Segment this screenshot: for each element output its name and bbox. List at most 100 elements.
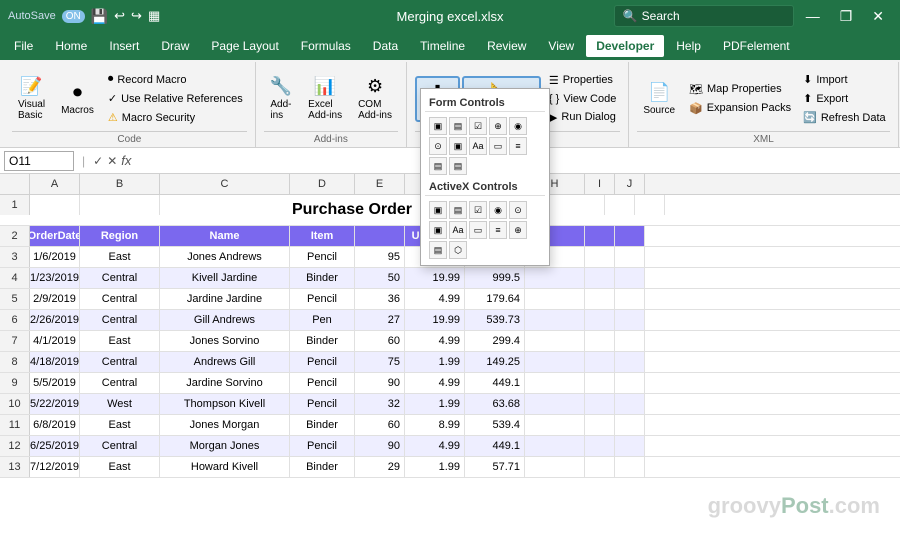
cell-12-unitcost[interactable]: 4.99 <box>405 436 465 456</box>
cell-12-I[interactable] <box>585 436 615 456</box>
ax-combo-icon[interactable]: ▤ <box>449 201 467 219</box>
ax-img-icon[interactable]: ▤ <box>429 241 447 259</box>
cell-3-region[interactable]: East <box>80 247 160 267</box>
cell-7-unitcost[interactable]: 4.99 <box>405 331 465 351</box>
refresh-data-button[interactable]: 🔄 Refresh Data <box>799 109 890 126</box>
cell-9-total[interactable]: 449.1 <box>465 373 525 393</box>
menu-data[interactable]: Data <box>363 35 408 57</box>
undo-icon[interactable]: ↩ <box>114 8 125 24</box>
cell-9-item[interactable]: Pencil <box>290 373 355 393</box>
col-header-D[interactable]: D <box>290 174 355 194</box>
fc-group-icon[interactable]: ▣ <box>449 137 467 155</box>
cell-3-name[interactable]: Jones Andrews <box>160 247 290 267</box>
cell-11-unitcost[interactable]: 8.99 <box>405 415 465 435</box>
cell-8-name[interactable]: Andrews Gill <box>160 352 290 372</box>
cell-8-I[interactable] <box>585 352 615 372</box>
cell-7-item[interactable]: Binder <box>290 331 355 351</box>
export-button[interactable]: ⬆ Export <box>799 90 890 107</box>
cell-12-name[interactable]: Morgan Jones <box>160 436 290 456</box>
cell-6-H[interactable] <box>525 310 585 330</box>
cell-9-date[interactable]: 5/5/2019 <box>30 373 80 393</box>
cell-1J[interactable] <box>635 195 665 215</box>
cell-6-name[interactable]: Gill Andrews <box>160 310 290 330</box>
cell-13-qty[interactable]: 29 <box>355 457 405 477</box>
cell-13-unitcost[interactable]: 1.99 <box>405 457 465 477</box>
record-macro-button[interactable]: ⏺ Record Macro <box>104 71 247 88</box>
col-header-B[interactable]: B <box>80 174 160 194</box>
macro-security-button[interactable]: ⚠ Macro Security <box>104 109 247 126</box>
cell-6-date[interactable]: 2/26/2019 <box>30 310 80 330</box>
cell-9-region[interactable]: Central <box>80 373 160 393</box>
cell-11-I[interactable] <box>585 415 615 435</box>
cell-6-qty[interactable]: 27 <box>355 310 405 330</box>
menu-formulas[interactable]: Formulas <box>291 35 361 57</box>
cell-10-H[interactable] <box>525 394 585 414</box>
view-code-button[interactable]: { } View Code <box>545 91 620 107</box>
cell-12-date[interactable]: 6/25/2019 <box>30 436 80 456</box>
cell-11-region[interactable]: East <box>80 415 160 435</box>
cell-6-unitcost[interactable]: 19.99 <box>405 310 465 330</box>
cell-8-item[interactable]: Pencil <box>290 352 355 372</box>
cell-10-unitcost[interactable]: 1.99 <box>405 394 465 414</box>
cell-5-total[interactable]: 179.64 <box>465 289 525 309</box>
cell-13-region[interactable]: East <box>80 457 160 477</box>
col-header-I[interactable]: I <box>585 174 615 194</box>
menu-pagelayout[interactable]: Page Layout <box>201 35 288 57</box>
cell-13-H[interactable] <box>525 457 585 477</box>
fc-img-icon[interactable]: ▤ <box>429 157 447 175</box>
ax-group-icon[interactable]: ▣ <box>429 221 447 239</box>
cell-3-I[interactable] <box>585 247 615 267</box>
cell-11-name[interactable]: Jones Morgan <box>160 415 290 435</box>
cell-4-I[interactable] <box>585 268 615 288</box>
cell-7-name[interactable]: Jones Sorvino <box>160 331 290 351</box>
cell-6-item[interactable]: Pen <box>290 310 355 330</box>
cell-12-H[interactable] <box>525 436 585 456</box>
cell-5-I[interactable] <box>585 289 615 309</box>
close-button[interactable]: ✕ <box>864 8 892 25</box>
cell-11-item[interactable]: Binder <box>290 415 355 435</box>
cell-7-date[interactable]: 4/1/2019 <box>30 331 80 351</box>
header-J[interactable] <box>615 226 645 246</box>
cell-8-qty[interactable]: 75 <box>355 352 405 372</box>
cell-11-date[interactable]: 6/8/2019 <box>30 415 80 435</box>
cell-7-I[interactable] <box>585 331 615 351</box>
add-ins-button[interactable]: 🔧 Add-ins <box>264 72 298 125</box>
menu-draw[interactable]: Draw <box>151 35 199 57</box>
cell-9-unitcost[interactable]: 4.99 <box>405 373 465 393</box>
fc-check-icon[interactable]: ☑ <box>469 117 487 135</box>
cell-8-J[interactable] <box>615 352 645 372</box>
save-icon[interactable]: 💾 <box>91 8 108 25</box>
col-header-A[interactable]: A <box>30 174 80 194</box>
cell-4-J[interactable] <box>615 268 645 288</box>
menu-insert[interactable]: Insert <box>99 35 149 57</box>
search-box[interactable]: 🔍 Search <box>614 5 794 27</box>
cell-4-total[interactable]: 999.5 <box>465 268 525 288</box>
cell-4-name[interactable]: Kivell Jardine <box>160 268 290 288</box>
cell-11-total[interactable]: 539.4 <box>465 415 525 435</box>
macros-button[interactable]: ⏺ Macros <box>55 78 100 120</box>
ax-radio-icon[interactable]: ◉ <box>489 201 507 219</box>
header-C[interactable]: Name <box>160 226 290 246</box>
fc-combo-icon[interactable]: ▤ <box>449 117 467 135</box>
cell-6-J[interactable] <box>615 310 645 330</box>
cell-10-item[interactable]: Pencil <box>290 394 355 414</box>
cell-1I[interactable] <box>605 195 635 215</box>
cell-11-J[interactable] <box>615 415 645 435</box>
cell-9-qty[interactable]: 90 <box>355 373 405 393</box>
cell-13-item[interactable]: Binder <box>290 457 355 477</box>
ax-spin-icon[interactable]: ⊕ <box>509 221 527 239</box>
ax-list-icon[interactable]: ⊙ <box>509 201 527 219</box>
cell-3-J[interactable] <box>615 247 645 267</box>
fc-radio-icon[interactable]: ◉ <box>509 117 527 135</box>
cell-5-date[interactable]: 2/9/2019 <box>30 289 80 309</box>
cell-4-qty[interactable]: 50 <box>355 268 405 288</box>
cell-13-total[interactable]: 57.71 <box>465 457 525 477</box>
cell-8-unitcost[interactable]: 1.99 <box>405 352 465 372</box>
expansion-packs-button[interactable]: 📦 Expansion Packs <box>685 100 795 117</box>
fc-label-icon[interactable]: Aa <box>469 137 487 155</box>
header-I[interactable] <box>585 226 615 246</box>
menu-view[interactable]: View <box>538 35 584 57</box>
com-addins-button[interactable]: ⚙ COMAdd-ins <box>352 72 398 125</box>
ax-text-icon[interactable]: ▭ <box>469 221 487 239</box>
header-A[interactable]: OrderDate <box>30 226 80 246</box>
